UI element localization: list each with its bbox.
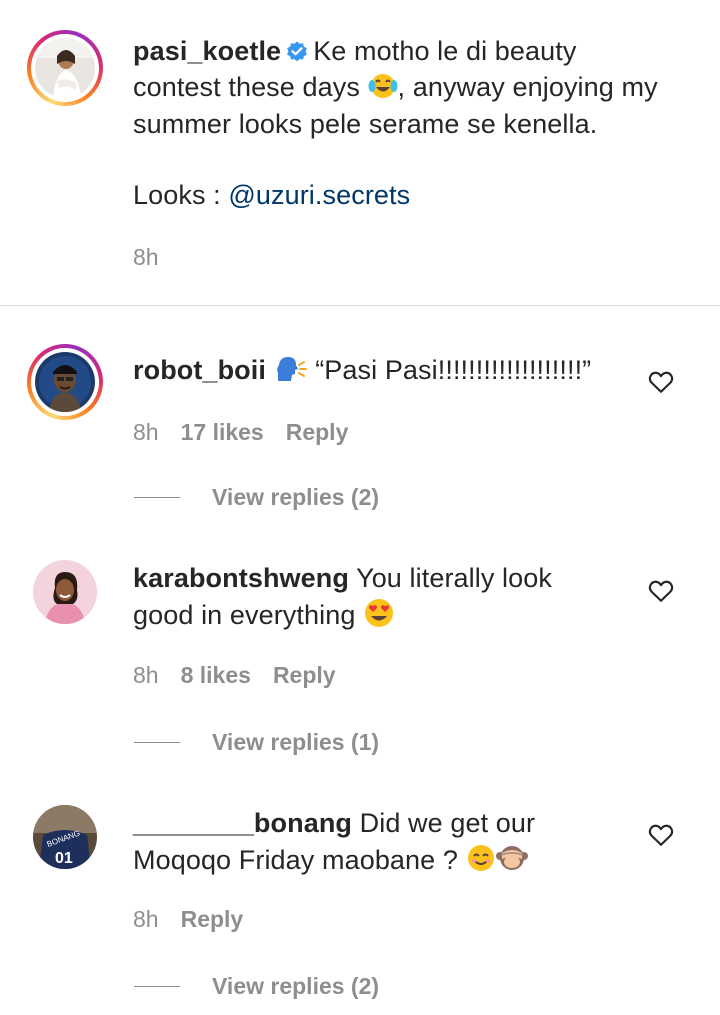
see-no-evil-monkey-emoji-icon	[495, 843, 528, 882]
post-caption: pasi_koetle Ke motho le di beauty contest…	[0, 0, 720, 305]
view-replies-button[interactable]: View replies (2)	[212, 972, 379, 1000]
comment-avatar[interactable]: BONANG 01	[33, 805, 97, 869]
mention-link[interactable]: @uzuri.secrets	[228, 180, 410, 210]
caption-username[interactable]: pasi_koetle	[133, 36, 281, 66]
comment-time: 8h	[133, 662, 159, 688]
view-replies-line	[134, 497, 180, 498]
reply-button[interactable]: Reply	[273, 662, 336, 688]
heart-outline-icon[interactable]	[648, 823, 674, 847]
comment-text-line2: good in everything	[133, 600, 356, 630]
reply-button[interactable]: Reply	[286, 419, 349, 445]
comment-avatar[interactable]	[27, 344, 103, 420]
caption-text-line1: Ke motho le di beauty	[313, 36, 577, 66]
comment-username[interactable]: ________bonang	[133, 808, 352, 838]
comment-likes[interactable]: 17 likes	[181, 419, 264, 445]
view-replies-button[interactable]: View replies (1)	[212, 728, 379, 756]
caption-text-line3: summer looks pele serame se kenella.	[133, 109, 598, 139]
comment-username[interactable]: robot_boii	[133, 355, 266, 385]
smiling-face-emoji-icon	[466, 843, 496, 882]
comment-text-line1: Did we get our	[359, 808, 536, 838]
verified-badge-icon	[285, 36, 309, 72]
comment-text-line2: Moqoqo Friday maobane ?	[133, 845, 458, 875]
caption-text-line2b: , anyway enjoying my	[397, 72, 658, 102]
looks-label: Looks :	[133, 180, 221, 210]
heart-eyes-emoji-icon	[363, 598, 395, 637]
caption-avatar[interactable]	[27, 30, 103, 106]
comment-text-line1: You literally look	[356, 563, 552, 593]
tears-of-joy-emoji-icon	[368, 72, 398, 109]
caption-divider	[0, 305, 720, 306]
comment-likes[interactable]: 8 likes	[181, 662, 251, 688]
comment-username[interactable]: karabontshweng	[133, 563, 349, 593]
reply-button[interactable]: Reply	[181, 906, 244, 932]
comment-time: 8h	[133, 419, 159, 445]
svg-text:01: 01	[55, 850, 73, 867]
caption-time: 8h	[133, 244, 159, 270]
view-replies-line	[134, 986, 180, 987]
comment-time: 8h	[133, 906, 159, 932]
comment-avatar[interactable]	[33, 560, 97, 624]
heart-outline-icon[interactable]	[648, 370, 674, 394]
caption-text-line2a: contest these days	[133, 72, 360, 102]
view-replies-button[interactable]: View replies (2)	[212, 483, 379, 511]
comment-text: “Pasi Pasi!!!!!!!!!!!!!!!!!!!”	[315, 355, 592, 385]
view-replies-line	[134, 742, 180, 743]
speaking-head-emoji-icon	[274, 355, 308, 392]
heart-outline-icon[interactable]	[648, 579, 674, 603]
